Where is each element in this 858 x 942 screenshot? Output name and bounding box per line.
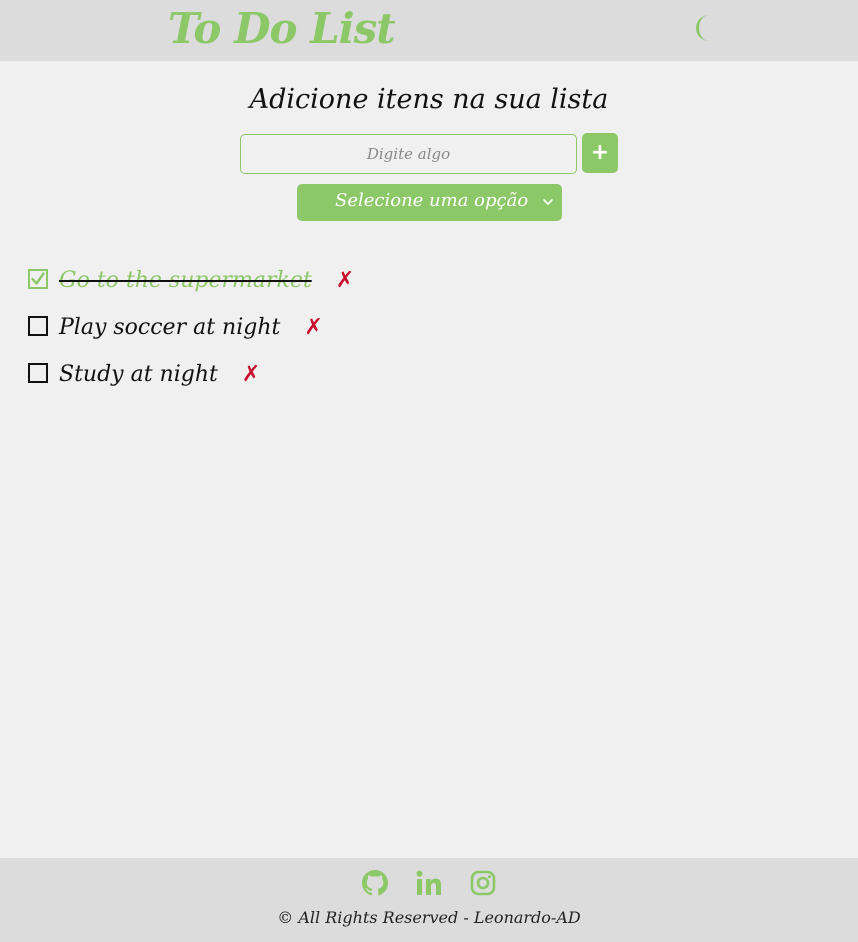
filter-select[interactable]: Selecione uma opção	[297, 184, 562, 221]
moon-icon[interactable]	[692, 14, 718, 42]
chevron-down-icon	[543, 199, 553, 205]
delete-icon[interactable]: ✗	[336, 268, 354, 293]
add-todo-button[interactable]: +	[582, 133, 618, 173]
todo-text: Go to the supermarket	[59, 268, 312, 293]
github-icon[interactable]	[362, 870, 388, 896]
todo-item: Play soccer at night ✗	[28, 309, 828, 356]
linkedin-icon[interactable]	[416, 870, 442, 896]
delete-icon[interactable]: ✗	[304, 315, 322, 340]
copyright-text: © All Rights Reserved - Leonardo-AD	[277, 908, 581, 927]
todo-list: Go to the supermarket ✗ Play soccer at ni…	[28, 262, 828, 403]
checkbox-unchecked[interactable]	[28, 363, 48, 383]
todo-text: Study at night	[59, 362, 218, 387]
todo-item: Study at night ✗	[28, 356, 828, 403]
filter-selected-label: Selecione uma opção	[335, 190, 529, 211]
footer: © All Rights Reserved - Leonardo-AD	[0, 858, 858, 942]
todo-item: Go to the supermarket ✗	[28, 262, 828, 309]
app-header: To Do List	[0, 0, 858, 61]
instagram-icon[interactable]	[470, 870, 496, 896]
page-subtitle: Adicione itens na sua lista	[249, 84, 609, 115]
delete-icon[interactable]: ✗	[242, 362, 260, 387]
app-title: To Do List	[168, 4, 396, 53]
checkbox-checked[interactable]	[28, 269, 48, 289]
todo-input[interactable]	[240, 134, 577, 174]
checkbox-unchecked[interactable]	[28, 316, 48, 336]
todo-text: Play soccer at night	[59, 315, 281, 340]
